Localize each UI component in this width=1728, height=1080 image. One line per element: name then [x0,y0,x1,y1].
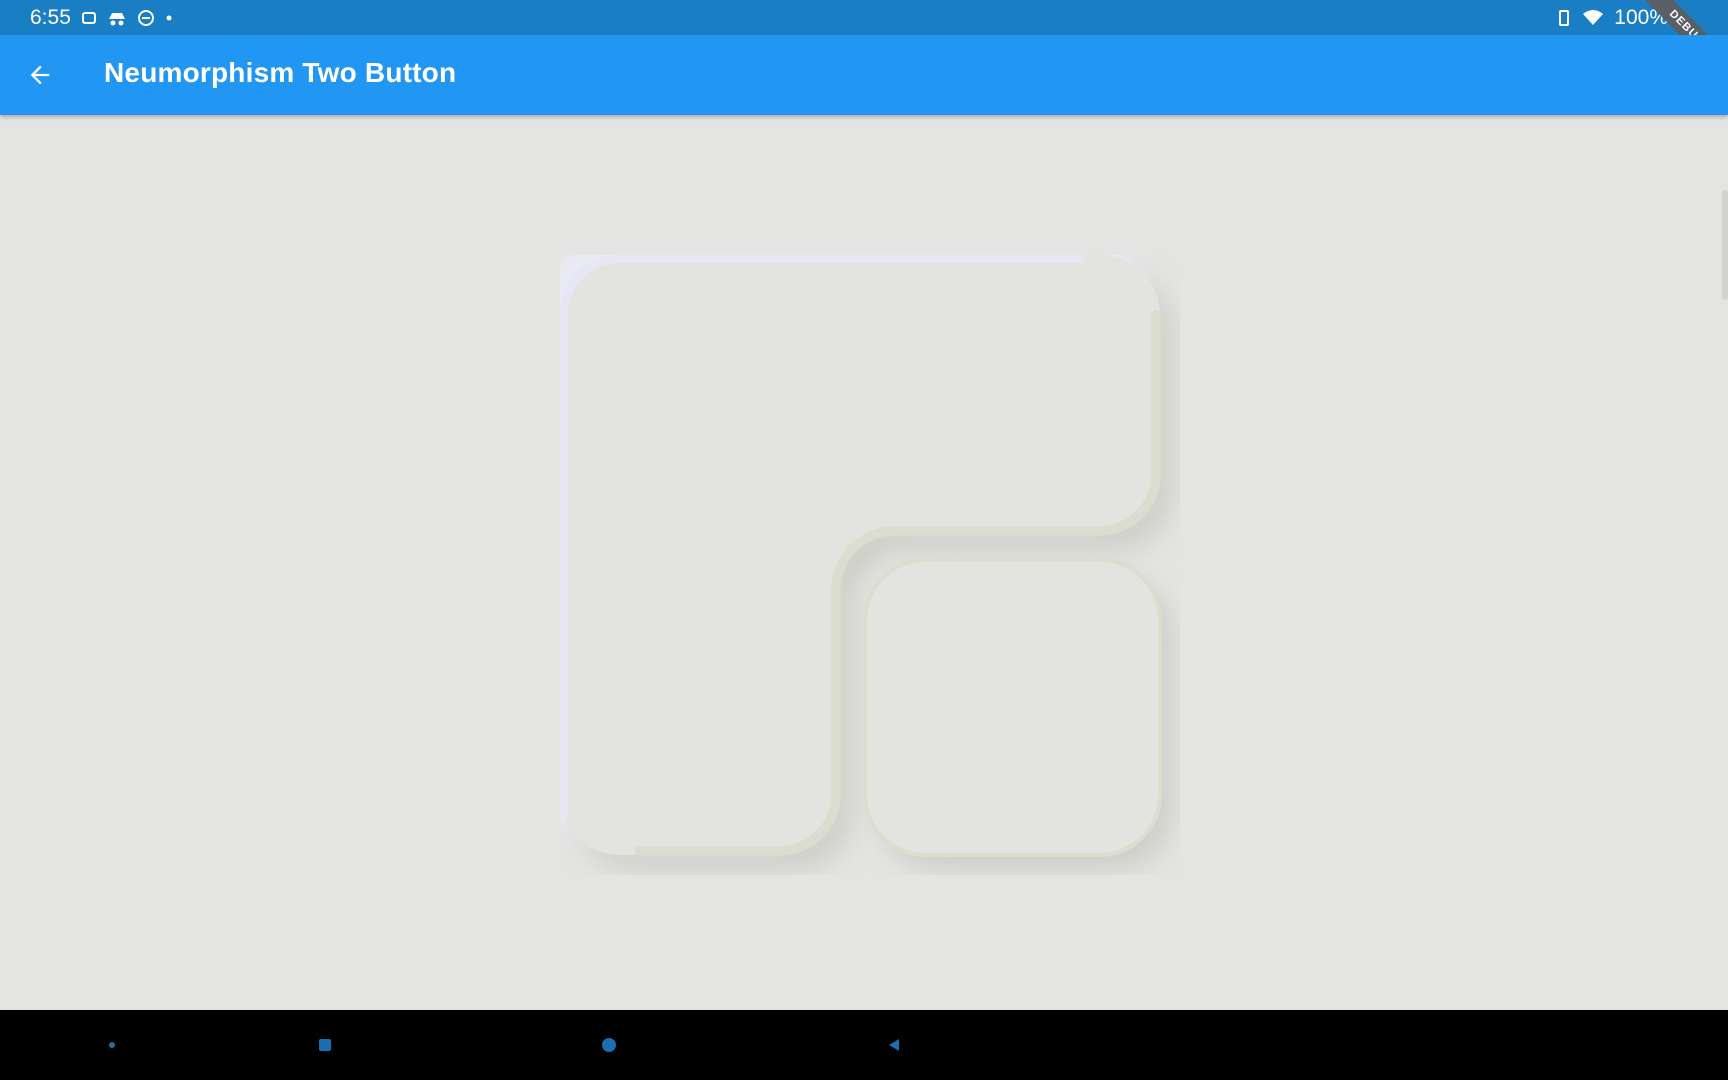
incognito-icon [108,13,125,26]
menu-dot-icon [109,1042,115,1048]
home-circle-icon [602,1038,616,1052]
notification-icon [81,12,96,24]
do-not-disturb-icon [137,10,154,26]
scrollbar[interactable] [1722,190,1728,300]
app-bar: Neumorphism Two Button [0,35,1728,115]
nav-home-button[interactable] [574,1010,644,1080]
back-triangle-icon [889,1039,899,1051]
back-button[interactable] [16,51,64,99]
wifi-icon [1583,10,1604,25]
neumorphism-canvas [548,243,1174,871]
neumorphism-shape[interactable] [548,243,1180,875]
status-time: 6:55 [30,6,71,29]
navigation-bar [0,1010,1728,1080]
arrow-back-icon [30,65,50,85]
status-right: 100% [1556,6,1668,30]
small-button[interactable] [863,558,1162,857]
vibrate-icon [1559,10,1570,26]
status-left: 6:55 [30,6,173,30]
page-title: Neumorphism Two Button [104,57,457,88]
home-square-icon [319,1039,331,1051]
status-bar: 6:55 100% DEBUG [0,0,1728,89]
dot-icon [166,15,172,21]
nav-back-button[interactable] [859,1010,929,1080]
nav-menu-button[interactable] [77,1010,147,1080]
nav-recents-button[interactable] [290,1010,360,1080]
